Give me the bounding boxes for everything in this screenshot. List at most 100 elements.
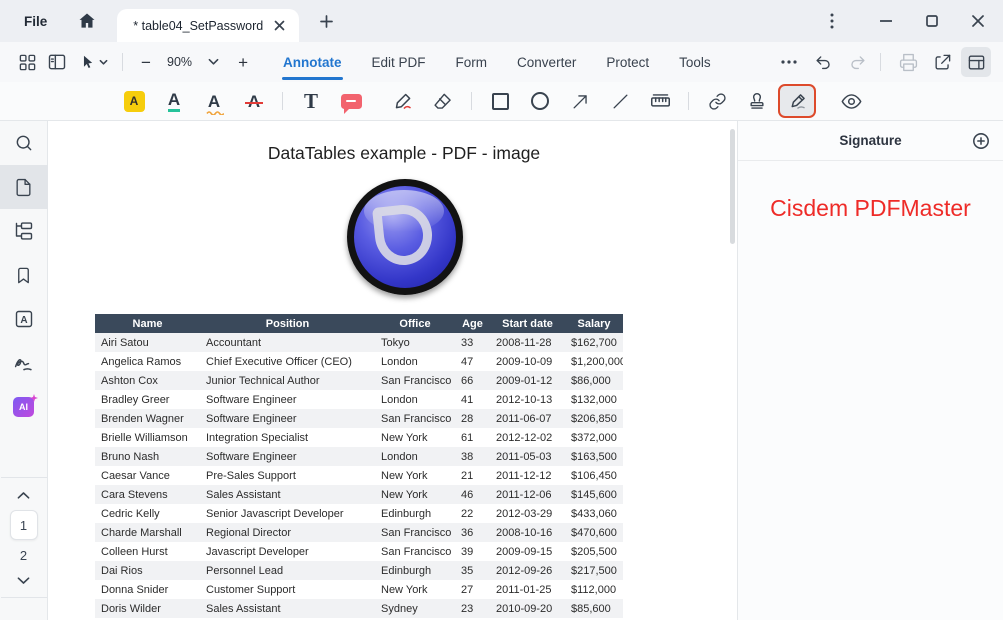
sidebar-item-bookmarks[interactable] xyxy=(0,253,48,297)
sidebar-item-pages[interactable] xyxy=(0,165,48,209)
layout-icon xyxy=(967,53,986,72)
stamp-tool[interactable] xyxy=(737,84,777,118)
comment-tool[interactable] xyxy=(331,84,371,118)
tab-protect[interactable]: Protect xyxy=(591,42,664,82)
table-cell: 46 xyxy=(455,485,490,504)
layout-panel-button[interactable] xyxy=(961,47,991,77)
pdf-document-title: DataTables example - PDF - image xyxy=(140,143,668,164)
tab-converter[interactable]: Converter xyxy=(502,42,591,82)
minimize-button[interactable] xyxy=(871,6,901,36)
tab-annotate[interactable]: Annotate xyxy=(268,42,357,82)
underline-tool[interactable]: A xyxy=(154,84,194,118)
table-cell: $217,500 xyxy=(565,561,623,580)
link-icon xyxy=(708,92,727,111)
ribbon-tabs: Annotate Edit PDF Form Converter Protect… xyxy=(268,42,726,82)
eraser-tool[interactable] xyxy=(423,84,463,118)
current-page-indicator[interactable]: 1 xyxy=(10,510,38,540)
table-row: Charde MarshallRegional DirectorSan Fran… xyxy=(95,523,623,542)
zoom-menu-button[interactable] xyxy=(198,47,228,77)
add-signature-button[interactable] xyxy=(971,131,991,151)
line-tool[interactable] xyxy=(600,84,640,118)
table-cell: Sales Assistant xyxy=(200,485,375,504)
sidebar-item-search[interactable] xyxy=(0,121,48,165)
select-tool-button[interactable] xyxy=(72,47,114,77)
table-cell: Doris Wilder xyxy=(95,599,200,618)
print-button[interactable] xyxy=(893,47,923,77)
zoom-in-button[interactable]: + xyxy=(228,47,258,77)
thumbnail-grid-button[interactable] xyxy=(12,47,42,77)
table-cell: 2011-12-12 xyxy=(490,466,565,485)
table-cell: 27 xyxy=(455,580,490,599)
highlight-tool[interactable]: A xyxy=(114,84,154,118)
pdf-data-table: NamePositionOfficeAgeStart dateSalary Ai… xyxy=(95,314,623,618)
table-row: Dai RiosPersonnel LeadEdinburgh352012-09… xyxy=(95,561,623,580)
signature-list-item[interactable]: Cisdem PDFMaster xyxy=(738,195,1003,222)
table-header-cell: Age xyxy=(455,314,490,333)
vertical-scrollbar[interactable] xyxy=(730,129,735,244)
table-cell: Brenden Wagner xyxy=(95,409,200,428)
document-tab[interactable]: * table04_SetPassword xyxy=(117,9,299,42)
sidebar-item-annotations[interactable]: A xyxy=(0,297,48,341)
more-tools-button[interactable] xyxy=(774,47,804,77)
signature-tool[interactable] xyxy=(778,84,816,118)
table-row: Doris WilderSales AssistantSydney232010-… xyxy=(95,599,623,618)
table-cell: $106,450 xyxy=(565,466,623,485)
arrow-icon xyxy=(571,92,590,111)
undo-icon xyxy=(814,53,833,72)
link-tool[interactable] xyxy=(697,84,737,118)
table-cell: 2009-01-12 xyxy=(490,371,565,390)
file-menu[interactable]: File xyxy=(18,10,53,33)
export-button[interactable] xyxy=(927,47,957,77)
table-cell: $433,060 xyxy=(565,504,623,523)
table-cell: $85,600 xyxy=(565,599,623,618)
more-menu-button[interactable] xyxy=(817,6,847,36)
sidebar-item-signatures[interactable] xyxy=(0,341,48,385)
pdf-page[interactable]: DataTables example - PDF - image NamePos… xyxy=(48,121,737,620)
annotation-toolbar: A A A A T xyxy=(0,82,1003,121)
new-tab-button[interactable] xyxy=(313,8,339,34)
previous-page-button[interactable] xyxy=(9,484,39,506)
table-cell: Software Engineer xyxy=(200,390,375,409)
table-header-cell: Name xyxy=(95,314,200,333)
redo-button[interactable] xyxy=(842,47,872,77)
datatables-logo xyxy=(347,179,463,295)
ellipsis-icon xyxy=(781,60,797,64)
share-export-icon xyxy=(933,53,952,72)
table-cell: London xyxy=(375,447,455,466)
strikethrough-tool[interactable]: A xyxy=(234,84,274,118)
rectangle-tool[interactable] xyxy=(480,84,520,118)
tab-tools[interactable]: Tools xyxy=(664,42,726,82)
close-button[interactable] xyxy=(963,6,993,36)
table-cell: Caesar Vance xyxy=(95,466,200,485)
arrow-tool[interactable] xyxy=(560,84,600,118)
text-tool[interactable]: T xyxy=(291,84,331,118)
zoom-out-button[interactable]: − xyxy=(131,47,161,77)
tab-form[interactable]: Form xyxy=(441,42,503,82)
sidebar-item-ai[interactable]: AI xyxy=(0,385,48,429)
ellipse-tool[interactable] xyxy=(520,84,560,118)
table-cell: San Francisco xyxy=(375,371,455,390)
sidebar-item-outline[interactable] xyxy=(0,209,48,253)
tab-close-icon[interactable] xyxy=(269,16,289,36)
table-header-cell: Salary xyxy=(565,314,623,333)
table-cell: 61 xyxy=(455,428,490,447)
measure-tool[interactable] xyxy=(640,84,680,118)
home-button[interactable] xyxy=(73,7,101,35)
annotation-list-icon: A xyxy=(14,309,34,329)
tab-edit-pdf[interactable]: Edit PDF xyxy=(357,42,441,82)
table-row: Cara StevensSales AssistantNew York46201… xyxy=(95,485,623,504)
redact-eye-tool[interactable] xyxy=(831,84,871,118)
ellipse-icon xyxy=(531,92,549,110)
sidebar-toggle-button[interactable] xyxy=(42,47,72,77)
page-two-button[interactable]: 2 xyxy=(20,548,27,563)
maximize-button[interactable] xyxy=(917,6,947,36)
pencil-tool[interactable] xyxy=(383,84,423,118)
squiggly-tool[interactable]: A xyxy=(194,84,234,118)
table-cell: Ashton Cox xyxy=(95,371,200,390)
stamp-icon xyxy=(747,91,767,111)
next-page-button[interactable] xyxy=(9,569,39,591)
table-row: Bruno NashSoftware EngineerLondon382011-… xyxy=(95,447,623,466)
undo-button[interactable] xyxy=(808,47,838,77)
zoom-level[interactable]: 90% xyxy=(167,55,192,69)
bookmark-icon xyxy=(14,266,33,285)
